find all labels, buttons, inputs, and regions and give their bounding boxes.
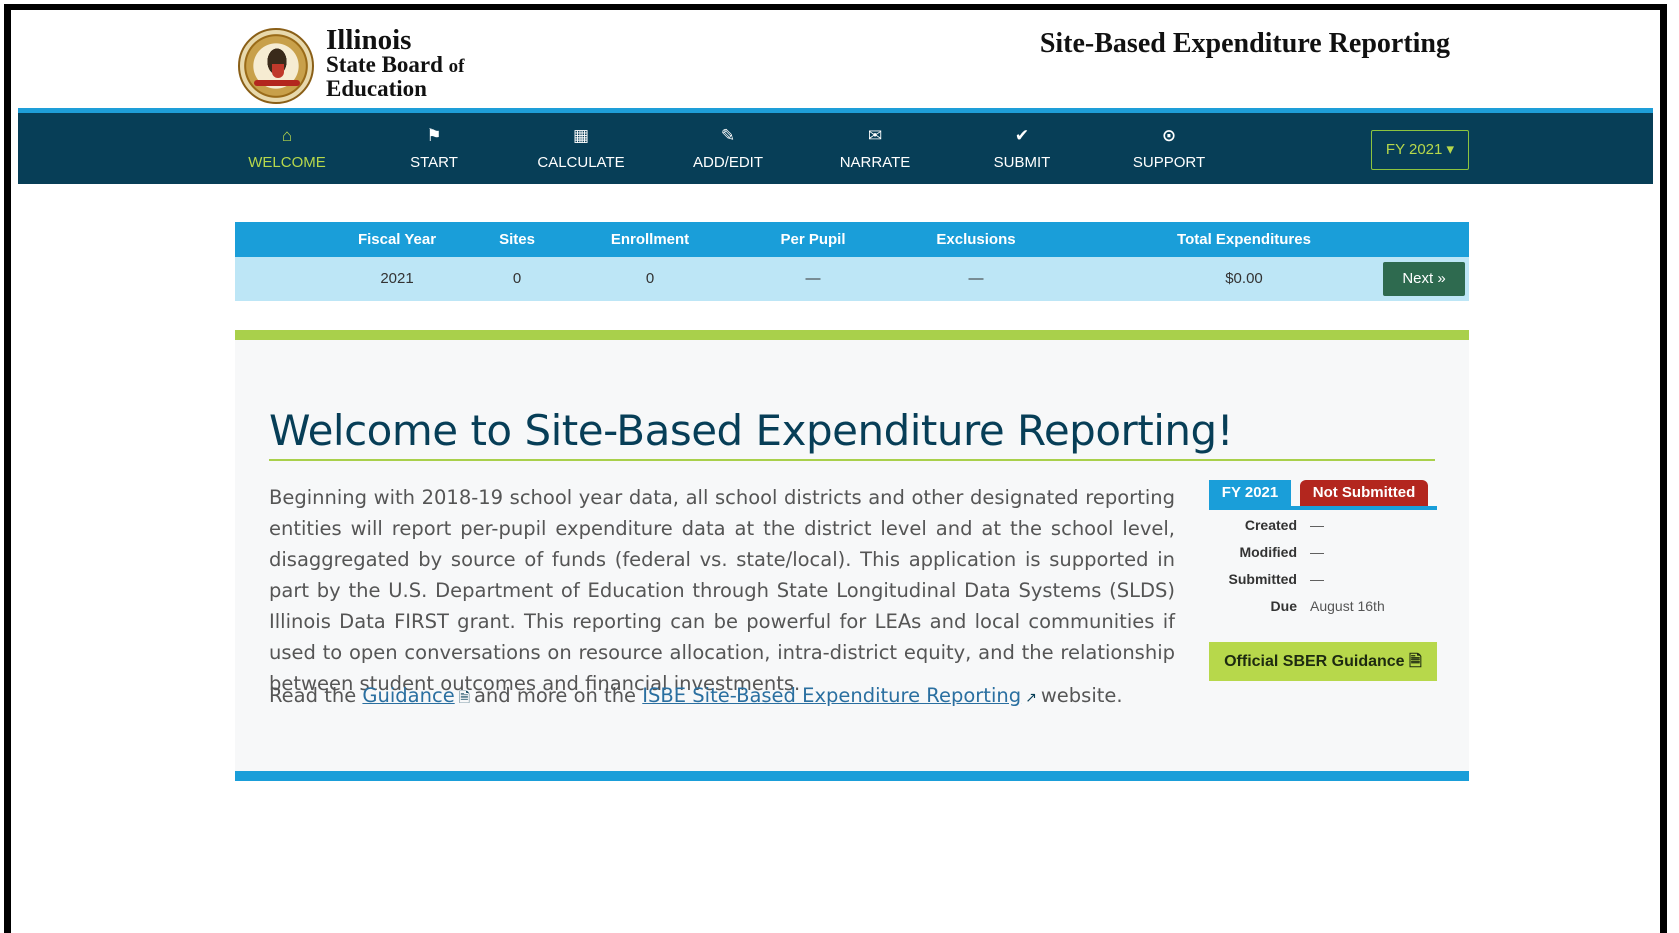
page: Illinois State Board of Education Site-B… xyxy=(18,16,1653,933)
panel-bottom-bar xyxy=(235,771,1469,781)
chat-icon: ✉ xyxy=(867,126,883,145)
brand-line-3: Education xyxy=(326,76,427,101)
home-icon: ⌂ xyxy=(281,126,293,145)
summary-header-row: Fiscal Year Sites Enrollment Per Pupil E… xyxy=(235,222,1469,257)
cell-sites: 0 xyxy=(512,270,522,287)
site-title: Site-Based Expenditure Reporting xyxy=(1039,28,1450,59)
status-value: — xyxy=(1310,544,1324,560)
status-row-submitted: Submitted — xyxy=(1209,564,1437,591)
nav-item-narrate[interactable]: ✉ NARRATE xyxy=(820,125,930,171)
cell-exclusions: — xyxy=(968,270,984,287)
summary-data-row: 2021 0 0 — — $0.00 Next » xyxy=(235,257,1469,301)
site-header: Illinois State Board of Education Site-B… xyxy=(18,16,1653,108)
lifebuoy-icon: ⊙ xyxy=(1161,126,1177,145)
pdf-icon: 🗎 xyxy=(1409,653,1422,670)
col-enrollment: Enrollment xyxy=(610,231,690,248)
nav-label: CALCULATE xyxy=(537,154,625,171)
double-chevron-right-icon: » xyxy=(1437,270,1446,287)
shield-icon xyxy=(272,64,284,78)
nav-label: SUPPORT xyxy=(1132,154,1206,171)
status-value: August 16th xyxy=(1310,598,1385,614)
flag-icon: ⚑ xyxy=(426,126,442,145)
welcome-panel: Welcome to Site-Based Expenditure Report… xyxy=(235,340,1469,771)
nav-item-calculate[interactable]: ▦ CALCULATE xyxy=(526,125,636,171)
nav-label: START xyxy=(410,154,458,171)
brand-line-2-main: State Board xyxy=(326,52,443,77)
guidance-link[interactable]: Guidance xyxy=(362,684,454,707)
nav-item-start[interactable]: ⚑ START xyxy=(379,125,489,171)
fiscal-year-value: FY 2021 xyxy=(1385,141,1443,158)
brand-line-2: State Board of xyxy=(326,52,465,78)
status-key: Created xyxy=(1244,517,1297,533)
cell-enrollment: 0 xyxy=(645,270,655,287)
nav-label: SUBMIT xyxy=(993,154,1051,171)
col-per-pupil: Per Pupil xyxy=(780,231,846,248)
cell-per-pupil: — xyxy=(805,270,821,287)
isbe-sber-link[interactable]: ISBE Site-Based Expenditure Reporting xyxy=(642,684,1021,707)
status-tabs: FY 2021 Not Submitted xyxy=(1209,480,1437,510)
edit-icon: ✎ xyxy=(720,126,736,145)
status-key: Modified xyxy=(1239,544,1297,560)
nav-label: NARRATE xyxy=(839,154,911,171)
status-row-created: Created — xyxy=(1209,510,1437,537)
nav-item-welcome[interactable]: ⌂ WELCOME xyxy=(232,125,342,171)
screen-frame: Illinois State Board of Education Site-B… xyxy=(4,4,1667,933)
status-value: — xyxy=(1310,517,1324,533)
isbe-seal-logo[interactable] xyxy=(238,28,314,104)
brand-line-2-small: of xyxy=(448,56,465,77)
calculator-icon: ▦ xyxy=(572,126,590,145)
nav-item-support[interactable]: ⊙ SUPPORT xyxy=(1114,125,1224,171)
status-value: — xyxy=(1310,571,1324,587)
next-button[interactable]: Next » xyxy=(1383,262,1465,296)
cell-total-expenditures: $0.00 xyxy=(1225,270,1263,287)
nav-label: WELCOME xyxy=(248,154,326,171)
status-key: Due xyxy=(1270,598,1297,614)
nav-label: ADD/EDIT xyxy=(692,154,763,171)
caret-down-icon: ▾ xyxy=(1446,141,1455,158)
fiscal-year-dropdown[interactable]: FY 2021 ▾ xyxy=(1371,130,1469,170)
guidance-button-label: Official SBER Guidance xyxy=(1224,653,1405,670)
status-card: FY 2021 Not Submitted Created — Modified… xyxy=(1209,480,1437,618)
external-link-icon: ↗ xyxy=(1025,690,1037,706)
welcome-title: Welcome to Site-Based Expenditure Report… xyxy=(269,406,1435,461)
panel-top-bar xyxy=(235,330,1469,340)
nav-item-submit[interactable]: ✔ SUBMIT xyxy=(967,125,1077,171)
check-circle-icon: ✔ xyxy=(1014,126,1030,145)
isbe-wordmark[interactable]: Illinois State Board of Education xyxy=(326,24,465,101)
banner-icon xyxy=(254,80,300,86)
next-label: Next xyxy=(1402,270,1434,287)
read-prefix: Read the xyxy=(269,684,357,707)
read-more-line: Read the Guidance 🗎 and more on the ISBE S… xyxy=(269,684,1123,711)
pdf-icon: 🗎 xyxy=(458,690,470,706)
official-guidance-button[interactable]: Official SBER Guidance 🗎 xyxy=(1209,642,1437,681)
col-fiscal-year: Fiscal Year xyxy=(357,231,437,248)
nav-item-add-edit[interactable]: ✎ ADD/EDIT xyxy=(673,125,783,171)
brand-line-1: Illinois xyxy=(326,24,412,56)
col-total-expenditures: Total Expenditures xyxy=(1177,231,1311,248)
status-badge: Not Submitted xyxy=(1300,480,1428,506)
cell-fiscal-year: 2021 xyxy=(380,270,414,287)
status-row-modified: Modified — xyxy=(1209,537,1437,564)
col-exclusions: Exclusions xyxy=(936,231,1016,248)
read-middle: and more on the xyxy=(473,684,637,707)
status-fy-badge: FY 2021 xyxy=(1209,480,1291,506)
status-key: Submitted xyxy=(1228,571,1297,587)
status-row-due: Due August 16th xyxy=(1209,591,1437,618)
summary-table: Fiscal Year Sites Enrollment Per Pupil E… xyxy=(235,222,1469,301)
main-nav: ⌂ WELCOME ⚑ START ▦ CALCULATE ✎ ADD/EDIT… xyxy=(18,113,1653,184)
intro-paragraph: Beginning with 2018-19 school year data,… xyxy=(269,486,1175,695)
col-sites: Sites xyxy=(499,231,535,248)
read-suffix: website. xyxy=(1040,684,1123,707)
